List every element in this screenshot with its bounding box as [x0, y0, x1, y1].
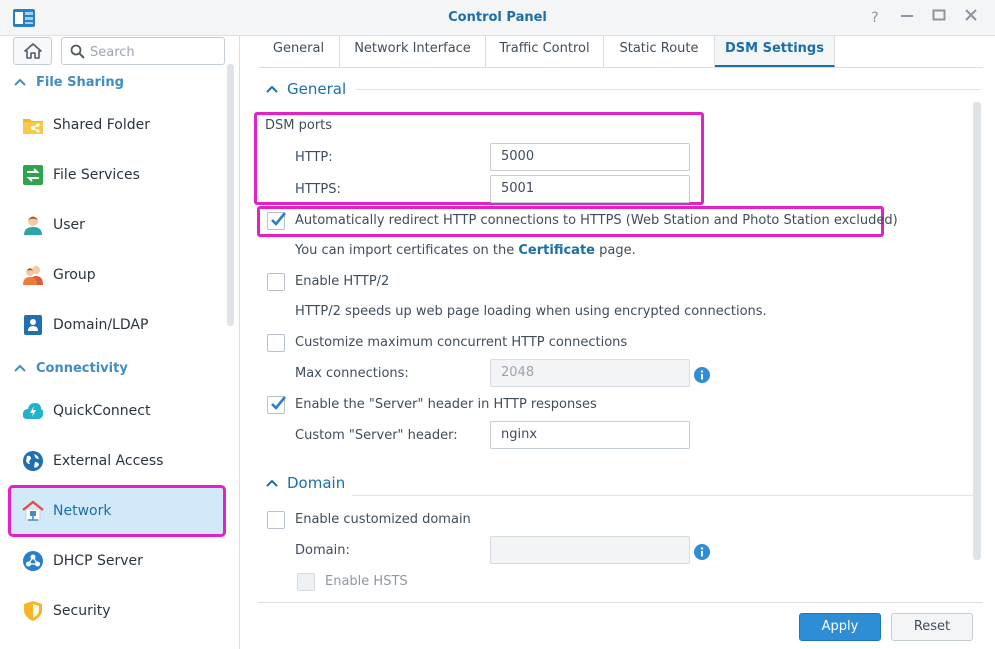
chevron-up-icon	[14, 364, 26, 372]
sidebar-item-domain-ldap[interactable]: Domain/LDAP	[10, 301, 224, 349]
sidebar-item-label: QuickConnect	[53, 403, 151, 419]
home-icon	[24, 43, 42, 59]
max-connections-checkbox[interactable]	[267, 334, 285, 352]
https-label: HTTPS:	[295, 182, 341, 197]
section-label: Connectivity	[36, 360, 128, 376]
https-port-input[interactable]: 5001	[490, 175, 690, 203]
file-services-icon	[21, 163, 45, 187]
sidebar-item-label: Domain/LDAP	[53, 317, 149, 333]
sidebar-item-label: Shared Folder	[53, 117, 151, 133]
chevron-up-icon	[14, 78, 26, 86]
tab-bar: General Network Interface Traffic Contro…	[258, 36, 983, 68]
sidebar-item-label: External Access	[53, 453, 164, 469]
tab-static-route[interactable]: Static Route	[604, 36, 715, 67]
group-domain-header[interactable]: Domain	[266, 472, 345, 494]
group-title: General	[287, 80, 347, 98]
sidebar-scrollbar[interactable]	[227, 64, 234, 326]
dsm-ports-label: DSM ports	[265, 118, 333, 133]
sidebar: File Sharing Shared Folder File Services…	[0, 36, 240, 649]
max-connections-checkbox-label: Customize maximum concurrent HTTP connec…	[295, 335, 628, 350]
group-title: Domain	[287, 474, 346, 492]
info-icon[interactable]	[694, 544, 710, 560]
help-icon[interactable]: ?	[865, 8, 885, 28]
checkmark-icon	[271, 396, 287, 410]
reset-button[interactable]: Reset	[891, 613, 973, 641]
title-bar: Control Panel ?	[0, 0, 995, 36]
domain-input[interactable]	[490, 536, 690, 564]
http2-note: HTTP/2 speeds up web page loading when u…	[295, 304, 767, 319]
server-header-label: Enable the "Server" header in HTTP respo…	[295, 397, 597, 412]
domain-label: Domain:	[295, 543, 350, 558]
minimize-icon[interactable]	[897, 8, 917, 28]
sidebar-item-dhcp-server[interactable]: DHCP Server	[10, 537, 224, 585]
user-icon	[21, 213, 45, 237]
apply-button[interactable]: Apply	[799, 613, 881, 641]
search-box[interactable]	[61, 37, 225, 65]
http-port-input[interactable]: 5000	[490, 143, 690, 171]
custom-server-header-label: Custom "Server" header:	[295, 428, 458, 443]
sidebar-item-user[interactable]: User	[10, 201, 224, 249]
group-icon	[21, 263, 45, 287]
certificate-link[interactable]: Certificate	[518, 243, 595, 258]
tab-general[interactable]: General	[258, 36, 340, 67]
redirect-https-checkbox[interactable]	[267, 212, 287, 230]
sidebar-item-group[interactable]: Group	[10, 251, 224, 299]
certificate-note: You can import certificates on the Certi…	[295, 243, 636, 258]
domain-ldap-icon	[21, 313, 45, 337]
sidebar-item-label: Group	[53, 267, 96, 283]
enable-hsts-label: Enable HSTS	[325, 574, 408, 589]
chevron-up-icon	[266, 85, 278, 93]
sidebar-item-quickconnect[interactable]: QuickConnect	[10, 387, 224, 435]
divider	[352, 495, 981, 496]
checkmark-icon	[271, 212, 287, 226]
search-icon	[70, 44, 85, 59]
shield-icon	[21, 599, 45, 623]
max-connections-input[interactable]: 2048	[490, 359, 690, 387]
custom-domain-checkbox[interactable]	[267, 511, 285, 529]
shared-folder-icon	[21, 113, 45, 137]
custom-server-header-input[interactable]: nginx	[490, 421, 690, 449]
info-icon[interactable]	[694, 367, 710, 383]
sidebar-item-security[interactable]: Security	[10, 587, 224, 635]
max-connections-label: Max connections:	[295, 366, 409, 381]
sidebar-item-label: User	[53, 217, 85, 233]
sidebar-item-file-services[interactable]: File Services	[10, 151, 224, 199]
server-header-checkbox[interactable]	[267, 396, 287, 414]
window-title: Control Panel	[448, 10, 547, 25]
section-label: File Sharing	[36, 74, 124, 90]
content-scrollbar[interactable]	[973, 102, 981, 560]
home-button[interactable]	[13, 37, 52, 65]
http-label: HTTP:	[295, 150, 333, 165]
sidebar-item-label: Security	[53, 603, 111, 619]
footer-divider	[258, 602, 983, 603]
search-input[interactable]	[90, 43, 220, 61]
dhcp-server-icon	[21, 549, 45, 573]
sidebar-item-label: Network	[53, 503, 112, 519]
group-general-header[interactable]: General	[266, 78, 346, 100]
quickconnect-icon	[21, 399, 45, 423]
close-icon[interactable]	[961, 8, 981, 28]
sidebar-item-external-access[interactable]: External Access	[10, 437, 224, 485]
custom-domain-label: Enable customized domain	[295, 512, 471, 527]
external-access-icon	[21, 449, 45, 473]
certificate-note-text: You can import certificates on the	[295, 243, 515, 258]
redirect-https-label: Automatically redirect HTTP connections …	[295, 213, 898, 228]
tab-traffic-control[interactable]: Traffic Control	[486, 36, 604, 67]
certificate-note-text: page.	[599, 243, 636, 258]
enable-http2-label: Enable HTTP/2	[295, 274, 390, 289]
enable-hsts-checkbox[interactable]	[297, 573, 315, 591]
tab-dsm-settings[interactable]: DSM Settings	[715, 36, 835, 67]
section-file-sharing[interactable]: File Sharing	[14, 70, 124, 94]
chevron-up-icon	[266, 479, 278, 487]
sidebar-item-network[interactable]: Network	[8, 485, 226, 537]
tab-network-interface[interactable]: Network Interface	[340, 36, 486, 67]
divider	[356, 89, 981, 90]
section-connectivity[interactable]: Connectivity	[14, 356, 128, 380]
sidebar-item-shared-folder[interactable]: Shared Folder	[10, 101, 224, 149]
sidebar-item-label: File Services	[53, 167, 140, 183]
sidebar-item-label: DHCP Server	[53, 553, 143, 569]
maximize-icon[interactable]	[929, 8, 949, 28]
network-icon	[21, 499, 45, 523]
enable-http2-checkbox[interactable]	[267, 273, 285, 291]
